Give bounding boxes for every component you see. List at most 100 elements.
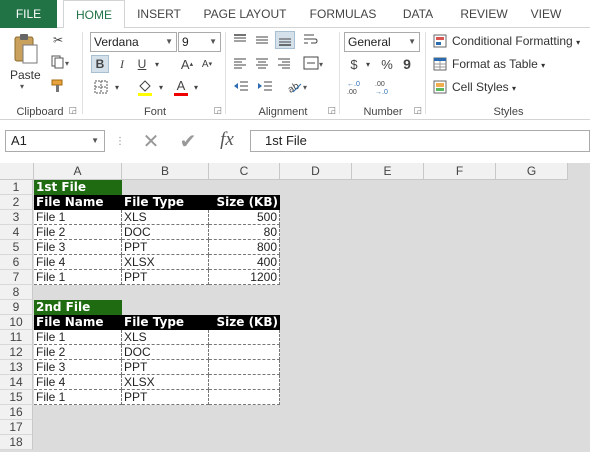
table1-data-cell[interactable]: DOC	[122, 225, 209, 240]
row-header-8[interactable]: 8	[0, 285, 33, 300]
table2-data-cell[interactable]: File 1	[34, 390, 122, 405]
column-header-f[interactable]: F	[424, 163, 496, 180]
grow-font-button[interactable]: A ▴	[179, 55, 195, 73]
table1-data-cell[interactable]: 500	[209, 210, 280, 225]
table1-header-cell[interactable]: Size (KB)	[209, 195, 280, 210]
percent-button[interactable]: %	[379, 55, 395, 73]
table2-data-cell[interactable]	[209, 390, 280, 405]
cut-icon[interactable]: ✂	[50, 32, 66, 48]
table2-data-cell[interactable]	[209, 375, 280, 390]
row-header-7[interactable]: 7	[0, 270, 33, 285]
column-header-d[interactable]: D	[280, 163, 352, 180]
table2-data-cell[interactable]: XLSX	[122, 375, 209, 390]
table2-title[interactable]: 2nd File	[34, 300, 122, 315]
row-header-14[interactable]: 14	[0, 375, 33, 390]
row-header-9[interactable]: 9	[0, 300, 33, 315]
row-header-6[interactable]: 6	[0, 255, 33, 270]
shrink-font-button[interactable]: A ▾	[199, 55, 215, 73]
table1-data-cell[interactable]: File 1	[34, 210, 122, 225]
tab-review[interactable]: REVIEW	[453, 0, 515, 28]
table2-data-cell[interactable]: File 3	[34, 360, 122, 375]
more-options-icon[interactable]: ⋮	[115, 133, 125, 149]
formula-input[interactable]: 1st File	[250, 130, 590, 152]
row-header-2[interactable]: 2	[0, 195, 33, 210]
column-header-g[interactable]: G	[496, 163, 568, 180]
conditional-formatting-icon[interactable]	[432, 33, 448, 49]
table1-data-cell[interactable]: File 4	[34, 255, 122, 270]
currency-dropdown-icon[interactable]: ▾	[363, 56, 373, 72]
row-header-15[interactable]: 15	[0, 390, 33, 405]
table1-header-cell[interactable]: File Name	[34, 195, 122, 210]
clipboard-launcher-icon[interactable]: ◲	[68, 105, 77, 116]
row-header-3[interactable]: 3	[0, 210, 33, 225]
table1-header-cell[interactable]: File Type	[122, 195, 209, 210]
comma-style-button[interactable]: 9	[399, 55, 415, 73]
row-header-12[interactable]: 12	[0, 345, 33, 360]
alignment-launcher-icon[interactable]: ◲	[327, 105, 336, 116]
cell-styles-button[interactable]: Cell Styles ▾	[452, 80, 516, 94]
table1-data-cell[interactable]: PPT	[122, 240, 209, 255]
enter-check-icon[interactable]: ✔	[175, 130, 201, 153]
align-right-icon[interactable]	[275, 55, 293, 71]
top-align-icon[interactable]	[231, 32, 249, 48]
select-all-corner[interactable]	[0, 163, 34, 180]
table2-header-cell[interactable]: File Type	[122, 315, 209, 330]
paste-label[interactable]: Paste	[10, 68, 41, 82]
orientation-icon[interactable]: ab ▾	[285, 77, 311, 95]
column-header-b[interactable]: B	[122, 163, 209, 180]
borders-dropdown-icon[interactable]: ▾	[112, 79, 122, 95]
tab-view[interactable]: VIEW	[525, 0, 567, 28]
middle-align-icon[interactable]	[253, 32, 271, 48]
tab-page-layout[interactable]: PAGE LAYOUT	[198, 0, 292, 28]
align-center-icon[interactable]	[253, 55, 271, 71]
number-launcher-icon[interactable]: ◲	[413, 105, 422, 116]
table1-data-cell[interactable]: 1200	[209, 270, 280, 285]
fill-color-dropdown-icon[interactable]: ▾	[156, 79, 166, 95]
table1-data-cell[interactable]: XLSX	[122, 255, 209, 270]
table1-data-cell[interactable]: PPT	[122, 270, 209, 285]
paste-icon[interactable]	[10, 32, 42, 68]
row-header-1[interactable]: 1	[0, 180, 33, 195]
table2-data-cell[interactable]	[209, 345, 280, 360]
table2-header-cell[interactable]: Size (KB)	[209, 315, 280, 330]
font-name-combo[interactable]: Verdana ▼	[90, 32, 177, 52]
column-header-c[interactable]: C	[209, 163, 280, 180]
row-header-13[interactable]: 13	[0, 360, 33, 375]
tab-formulas[interactable]: FORMULAS	[303, 0, 383, 28]
font-size-combo[interactable]: 9 ▼	[178, 32, 221, 52]
cancel-icon[interactable]: ✕	[138, 130, 164, 153]
table2-data-cell[interactable]	[209, 330, 280, 345]
font-color-icon[interactable]: A	[173, 77, 189, 97]
align-left-icon[interactable]	[231, 55, 249, 71]
table2-data-cell[interactable]: XLS	[122, 330, 209, 345]
row-header-16[interactable]: 16	[0, 405, 33, 420]
paste-dropdown-icon[interactable]: ▾	[20, 82, 24, 91]
copy-icon[interactable]: ▾	[50, 54, 72, 70]
table1-title[interactable]: 1st File	[34, 180, 122, 195]
insert-function-button[interactable]: fx	[212, 128, 242, 152]
italic-button[interactable]: I	[114, 55, 130, 73]
table2-data-cell[interactable]: DOC	[122, 345, 209, 360]
number-format-combo[interactable]: General ▼	[344, 32, 420, 52]
tab-file[interactable]: FILE	[0, 0, 57, 28]
table2-data-cell[interactable]: File 1	[34, 330, 122, 345]
format-painter-icon[interactable]	[50, 78, 66, 94]
decrease-indent-icon[interactable]	[231, 78, 251, 94]
column-header-e[interactable]: E	[352, 163, 424, 180]
row-header-10[interactable]: 10	[0, 315, 33, 330]
table2-data-cell[interactable]	[209, 360, 280, 375]
borders-icon[interactable]	[91, 78, 111, 96]
fill-color-icon[interactable]	[135, 77, 155, 97]
table2-data-cell[interactable]: File 4	[34, 375, 122, 390]
table2-data-cell[interactable]: PPT	[122, 390, 209, 405]
currency-button[interactable]: $	[347, 55, 361, 73]
bold-button[interactable]: B	[91, 55, 109, 73]
increase-indent-icon[interactable]	[255, 78, 275, 94]
table2-data-cell[interactable]: PPT	[122, 360, 209, 375]
increase-decimal-icon[interactable]: ←.0.00	[343, 77, 367, 97]
row-header-17[interactable]: 17	[0, 420, 33, 435]
wrap-text-icon[interactable]	[301, 32, 321, 48]
table1-data-cell[interactable]: File 3	[34, 240, 122, 255]
name-box[interactable]: A1 ▼	[5, 130, 105, 152]
format-as-table-button[interactable]: Format as Table ▾	[452, 57, 545, 71]
